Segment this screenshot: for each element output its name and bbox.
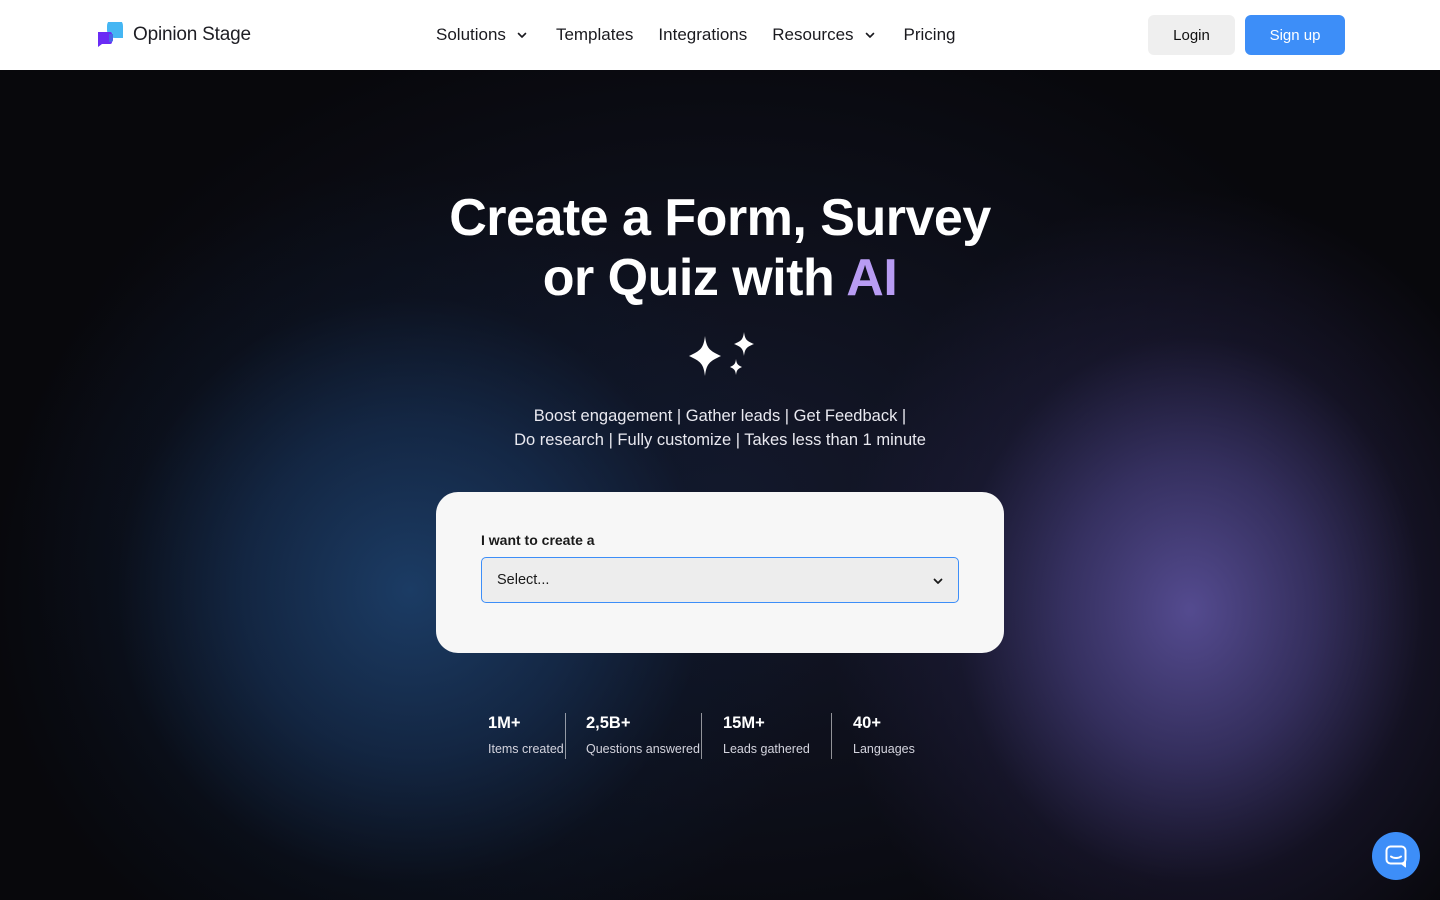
stat-label: Leads gathered [723, 742, 810, 756]
main-nav: Solutions Templates Integrations Resourc… [436, 0, 981, 70]
nav-item-solutions[interactable]: Solutions [436, 25, 528, 45]
stat-value: 15M+ [723, 714, 765, 732]
nav-item-integrations[interactable]: Integrations [658, 25, 747, 45]
opinion-stage-logo-icon [98, 22, 123, 47]
hero-title: Create a Form, Survey or Quiz with AI [0, 188, 1440, 308]
stat-questions-answered: 2,5B+ Questions answered [566, 713, 701, 759]
tagline-line2: Do research | Fully customize | Takes le… [514, 431, 926, 449]
chat-icon [1385, 845, 1407, 868]
stat-value: 2,5B+ [586, 714, 631, 732]
nav-item-pricing[interactable]: Pricing [904, 25, 956, 45]
chat-launcher-button[interactable] [1372, 832, 1420, 880]
stat-items-created: 1M+ Items created [488, 713, 565, 759]
hero-title-line1: Create a Form, Survey [449, 189, 991, 247]
stat-leads-gathered: 15M+ Leads gathered [702, 713, 831, 759]
chevron-down-icon [517, 32, 527, 38]
chevron-down-icon [933, 578, 943, 584]
nav-item-label: Templates [555, 25, 634, 44]
login-button[interactable]: Login [1148, 15, 1235, 55]
sparkles-icon [689, 332, 754, 376]
stat-value: 40+ [853, 714, 881, 732]
create-type-label: I want to create a [481, 532, 595, 548]
nav-item-templates[interactable]: Templates [556, 25, 633, 45]
tagline-line1: Boost engagement | Gather leads | Get Fe… [533, 407, 907, 425]
stat-label: Languages [853, 742, 915, 756]
stat-value: 1M+ [488, 714, 521, 732]
stats-row: 1M+ Items created 2,5B+ Questions answer… [488, 713, 922, 759]
brand-logo[interactable]: Opinion Stage [95, 22, 251, 48]
nav-item-resources[interactable]: Resources [772, 25, 875, 45]
stat-label: Questions answered [586, 742, 700, 756]
hero-tagline: Boost engagement | Gather leads | Get Fe… [0, 404, 1440, 452]
stat-languages: 40+ Languages [832, 713, 922, 759]
nav-item-label: Solutions [436, 25, 506, 44]
hero-title-highlight: AI [846, 249, 898, 307]
hero-section: Create a Form, Survey or Quiz with AI Bo… [0, 70, 1440, 900]
create-form-card: I want to create a Select... [436, 492, 1004, 653]
brand-name: Opinion Stage [133, 24, 251, 45]
chevron-down-icon [865, 32, 874, 38]
nav-item-label: Resources [772, 25, 854, 44]
select-value: Select... [497, 572, 550, 588]
nav-item-label: Pricing [903, 25, 956, 44]
hero-title-line2: or Quiz with [542, 249, 847, 307]
nav-item-label: Integrations [658, 25, 748, 44]
stat-label: Items created [488, 742, 564, 756]
site-header: Opinion Stage Solutions Templates Integr… [0, 0, 1440, 70]
create-type-select[interactable]: Select... [481, 557, 959, 603]
signup-button[interactable]: Sign up [1245, 15, 1345, 55]
